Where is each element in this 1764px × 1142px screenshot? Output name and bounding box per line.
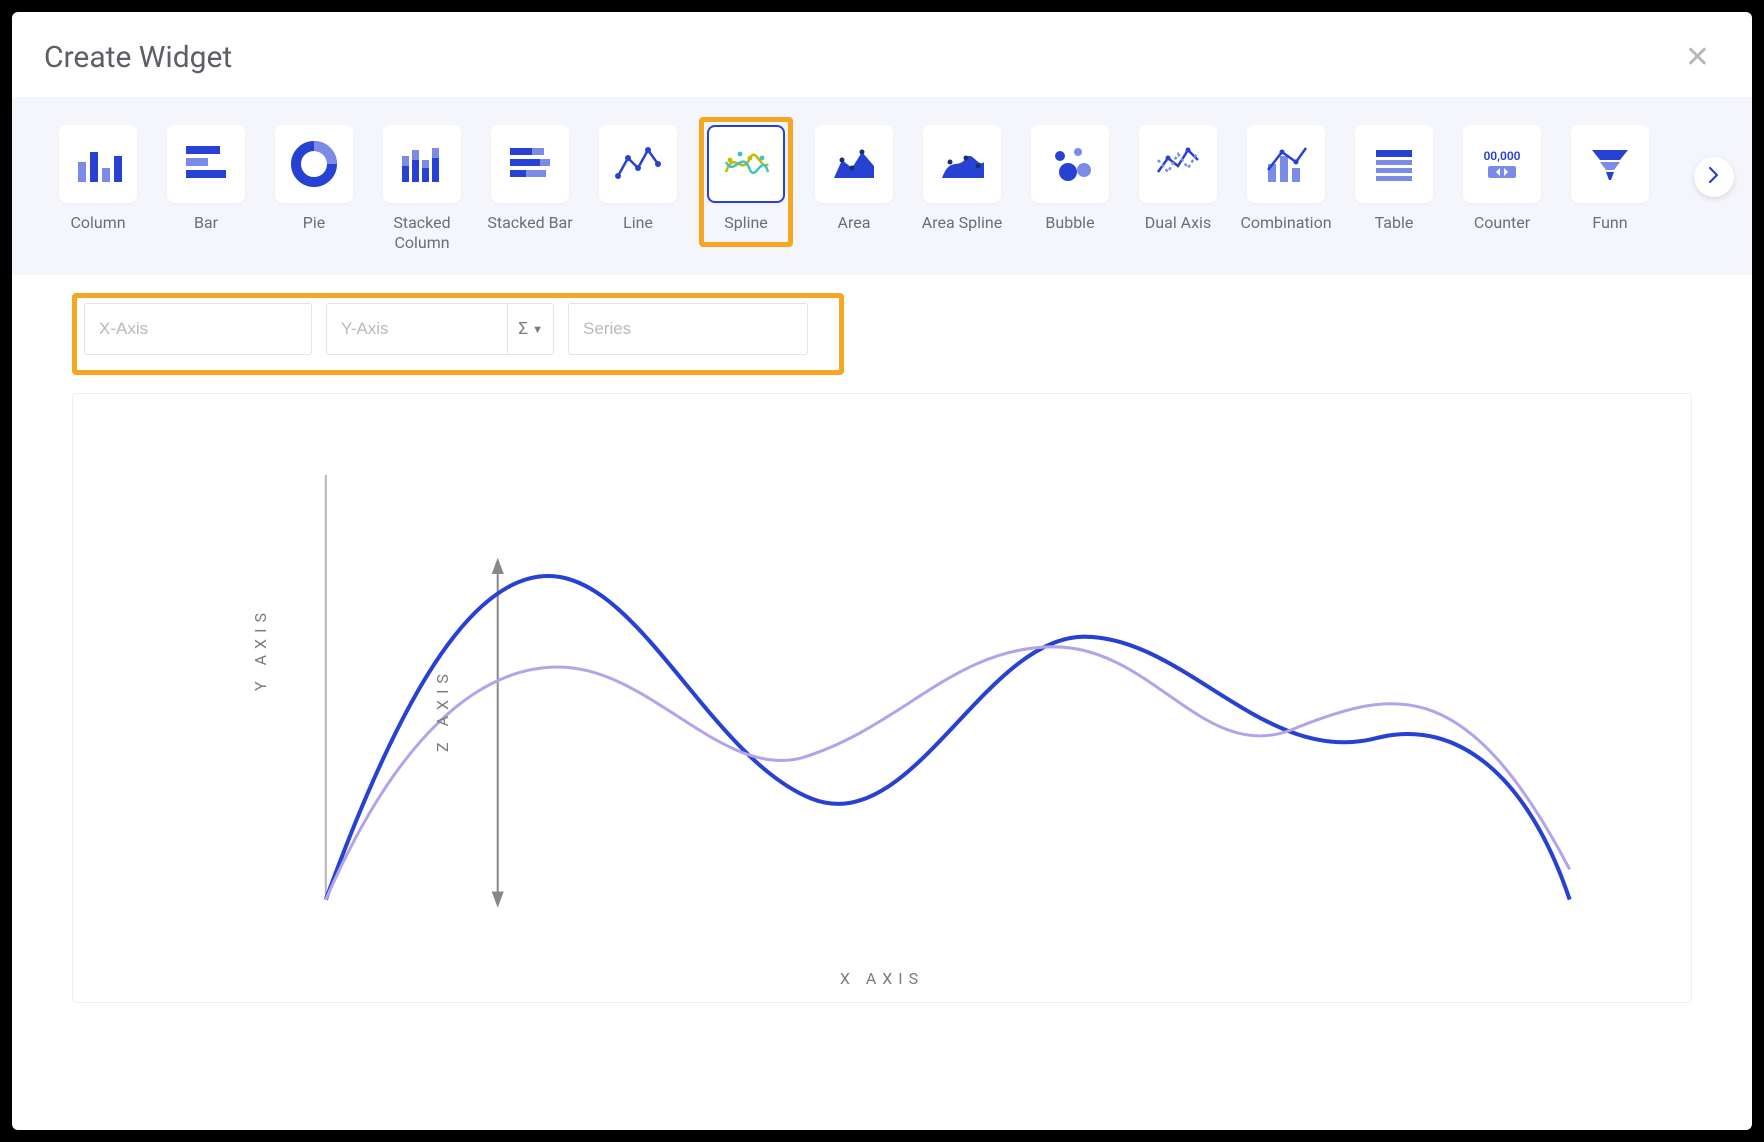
chart-type-label: Counter <box>1474 213 1530 233</box>
area-spline-chart-icon <box>923 125 1001 203</box>
x-axis-label: X AXIS <box>840 969 924 988</box>
chart-type-label: Column <box>70 213 125 233</box>
chart-type-label: Table <box>1375 213 1414 233</box>
chart-preview: Y AXIS Z AXIS X AXIS <box>72 393 1692 1003</box>
chart-type-label: Area <box>838 213 871 233</box>
combination-chart-icon <box>1247 125 1325 203</box>
chart-type-bubble[interactable]: Bubble <box>1024 125 1116 253</box>
series-field[interactable] <box>568 303 808 355</box>
close-button[interactable]: ✕ <box>1675 36 1720 79</box>
chart-type-label: Combination <box>1240 213 1331 233</box>
chart-type-combination[interactable]: Combination <box>1240 125 1332 253</box>
column-chart-icon <box>59 125 137 203</box>
chart-type-stacked-bar[interactable]: Stacked Bar <box>484 125 576 253</box>
bar-chart-icon <box>167 125 245 203</box>
create-widget-dialog: Create Widget ✕ Column Bar Pie Stacked Colu… <box>12 12 1752 1130</box>
stacked-column-chart-icon <box>383 125 461 203</box>
chart-type-label: Line <box>623 213 653 233</box>
aggregate-dropdown[interactable]: Σ ▼ <box>507 304 553 354</box>
chart-type-spline[interactable]: Spline <box>700 125 792 253</box>
scroll-next-button[interactable] <box>1694 157 1734 197</box>
chart-type-funnel[interactable]: Funn <box>1564 125 1656 253</box>
y-axis-field[interactable]: Σ ▼ <box>326 303 554 355</box>
chart-type-column[interactable]: Column <box>52 125 144 253</box>
dialog-header: Create Widget ✕ <box>12 12 1752 97</box>
dual-axis-chart-icon <box>1139 125 1217 203</box>
spline-chart-icon <box>707 125 785 203</box>
line-chart-icon <box>599 125 677 203</box>
y-axis-input[interactable] <box>327 319 507 339</box>
pie-chart-icon <box>275 125 353 203</box>
x-axis-field[interactable] <box>84 303 312 355</box>
x-axis-input[interactable] <box>85 319 311 339</box>
chart-type-pie[interactable]: Pie <box>268 125 360 253</box>
chart-type-label: Dual Axis <box>1145 213 1211 233</box>
chart-preview-svg <box>73 394 1691 1011</box>
dialog-title: Create Widget <box>44 40 232 75</box>
axis-config-row: Σ ▼ <box>12 275 1752 375</box>
chart-type-stacked-column[interactable]: Stacked Column <box>376 125 468 253</box>
chart-type-label: Stacked Column <box>393 213 450 253</box>
sigma-icon: Σ <box>518 319 528 339</box>
chart-type-label: Area Spline <box>922 213 1002 233</box>
y-axis-label: Y AXIS <box>251 607 270 691</box>
chart-type-area[interactable]: Area <box>808 125 900 253</box>
bubble-chart-icon <box>1031 125 1109 203</box>
chart-type-label: Pie <box>303 213 325 233</box>
area-chart-icon <box>815 125 893 203</box>
chart-type-table[interactable]: Table <box>1348 125 1440 253</box>
chart-type-bar: Column Bar Pie Stacked Column Stacked Bar Lin… <box>12 97 1752 275</box>
chart-type-label: Spline <box>724 213 768 233</box>
svg-text:00,000: 00,000 <box>1483 149 1520 163</box>
chart-type-area-spline[interactable]: Area Spline <box>916 125 1008 253</box>
counter-chart-icon: 00,000 <box>1463 125 1541 203</box>
chart-type-label: Bubble <box>1045 213 1094 233</box>
chart-type-line[interactable]: Line <box>592 125 684 253</box>
z-axis-label: Z AXIS <box>433 668 452 752</box>
series-input[interactable] <box>569 319 807 339</box>
chevron-right-icon <box>1709 167 1719 188</box>
funnel-chart-icon <box>1571 125 1649 203</box>
chart-type-scroll: Column Bar Pie Stacked Column Stacked Bar Lin… <box>52 125 1712 253</box>
chart-type-label: Stacked Bar <box>487 213 572 233</box>
table-chart-icon <box>1355 125 1433 203</box>
close-icon: ✕ <box>1685 40 1710 75</box>
chart-type-label: Funn <box>1592 213 1627 233</box>
chart-type-label: Bar <box>194 213 218 233</box>
chart-type-bar[interactable]: Bar <box>160 125 252 253</box>
chevron-down-icon: ▼ <box>532 323 543 336</box>
chart-type-dual-axis[interactable]: Dual Axis <box>1132 125 1224 253</box>
stacked-bar-chart-icon <box>491 125 569 203</box>
chart-type-counter[interactable]: 00,000 Counter <box>1456 125 1548 253</box>
